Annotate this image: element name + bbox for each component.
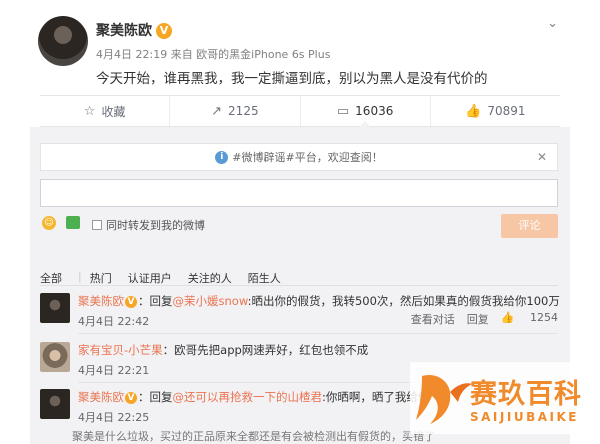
divider: |	[78, 270, 82, 283]
verified-badge-icon: V	[156, 23, 172, 39]
filter-verified[interactable]: 认证用户	[128, 270, 172, 286]
image-icon[interactable]	[66, 216, 80, 229]
avatar[interactable]	[40, 293, 70, 323]
divider	[78, 333, 558, 334]
author-avatar[interactable]	[38, 16, 88, 66]
favorite-button[interactable]: ☆ 收藏	[40, 96, 171, 126]
post-author[interactable]: 聚美陈欧 V	[96, 20, 172, 40]
thumbs-up-icon: 👍	[465, 103, 482, 119]
forward-label: 同时转发到我的微博	[106, 219, 205, 232]
like-count: 70891	[487, 104, 526, 118]
weibo-post: 聚美陈欧 V 4月4日 22:19 来自 欧哥的黑金iPhone 6s Plus …	[0, 0, 600, 444]
comment-text: ：欧哥先把app网速弄好，红包也领不成	[162, 343, 369, 357]
comment-filters: 全部 | 热门 认证用户 关注的人 陌生人	[40, 270, 297, 286]
post-meta: 4月4日 22:19 来自 欧哥的黑金iPhone 6s Plus	[96, 48, 331, 61]
rumor-notice[interactable]: i #微博辟谣#平台，欢迎查阅！ ✕	[40, 143, 558, 171]
repost-count: 2125	[228, 104, 259, 118]
repost-button[interactable]: ↗ 2125	[170, 96, 301, 126]
verified-badge-icon: V	[125, 296, 137, 308]
commenter-name[interactable]: 家有宝贝-小芒果	[78, 343, 163, 357]
mention-link[interactable]: @还可以再抢救一下的山楂君	[173, 390, 323, 404]
comment-line: 聚美陈欧 V ：回复@还可以再抢救一下的山楂君:你晒啊，晒了我给你	[78, 389, 429, 405]
comment-icon: ▭	[336, 103, 350, 119]
reply-link[interactable]: 回复	[467, 311, 489, 327]
reply-prefix: ：回复	[138, 390, 173, 404]
filter-following[interactable]: 关注的人	[188, 270, 232, 286]
forward-checkbox[interactable]: 同时转发到我的微博	[92, 217, 205, 233]
like-button[interactable]: 👍 70891	[431, 96, 560, 126]
comment-time: 4月4日 22:21	[78, 364, 150, 377]
verified-badge-icon: V	[125, 392, 137, 404]
submit-comment-button[interactable]: 评论	[501, 214, 558, 238]
favorite-label: 收藏	[101, 104, 126, 119]
comment-line: 家有宝贝-小芒果：欧哥先把app网速弄好，红包也领不成	[78, 342, 368, 358]
view-conversation-link[interactable]: 查看对话	[411, 311, 455, 327]
comment-time: 4月4日 22:25	[78, 411, 150, 424]
post-text: 今天开始，谁再黑我，我一定撕逼到底，别以为黑人是没有代价的	[96, 71, 488, 87]
truncated-comment: 聚美是什么垃圾，买过的正品原来全都还是有会被检测出有假货的，买错了	[72, 430, 435, 443]
action-bar: ☆ 收藏 ↗ 2125 ▭ 16036 👍 70891	[40, 95, 560, 127]
post-author-name[interactable]: 聚美陈欧	[96, 23, 152, 39]
comment-like-count: 1254	[530, 311, 558, 324]
commenter-name[interactable]: 聚美陈欧	[78, 390, 124, 404]
avatar[interactable]	[40, 342, 70, 372]
watermark-title: 赛玖百科	[470, 379, 582, 410]
close-icon[interactable]: ✕	[537, 150, 547, 164]
comment-like-button[interactable]: 👍 1254	[501, 311, 558, 327]
comment-input[interactable]	[40, 179, 558, 207]
avatar[interactable]	[40, 389, 70, 419]
list-item: 聚美陈欧 V ：回复@茉小媛snow:晒出你的假货，我转500次，然后如果真的假货我…	[40, 293, 560, 335]
reply-prefix: ：回复	[138, 294, 173, 308]
commenter-name[interactable]: 聚美陈欧	[78, 294, 124, 308]
comment-text: :晒出你的假货，我转500次，然后如果真的假货我给你100万	[247, 294, 560, 308]
comment-line: 聚美陈欧 V ：回复@茉小媛snow:晒出你的假货，我转500次，然后如果真的假货我…	[78, 293, 560, 309]
filter-hot[interactable]: 热门	[90, 270, 112, 286]
watermark-subtitle: SAIJIUBAIKE	[470, 410, 579, 424]
info-icon: i	[215, 150, 229, 164]
filter-all[interactable]: 全部	[40, 270, 62, 286]
comment-ops: 查看对话 回复 👍 1254	[399, 311, 558, 327]
divider	[40, 285, 558, 286]
checkbox[interactable]	[92, 220, 102, 230]
chevron-down-icon[interactable]: ⌄	[547, 16, 558, 31]
notice-text[interactable]: #微博辟谣#平台，欢迎查阅！	[232, 149, 382, 165]
filter-strangers[interactable]: 陌生人	[248, 270, 281, 286]
mention-link[interactable]: @茉小媛snow	[173, 294, 248, 308]
comment-time: 4月4日 22:42	[78, 315, 150, 328]
comment-count: 16036	[355, 104, 394, 118]
comment-button[interactable]: ▭ 16036	[301, 96, 431, 127]
emoji-icon[interactable]: ☺	[42, 216, 56, 230]
star-icon: ☆	[83, 103, 96, 119]
repost-icon: ↗	[211, 103, 223, 119]
